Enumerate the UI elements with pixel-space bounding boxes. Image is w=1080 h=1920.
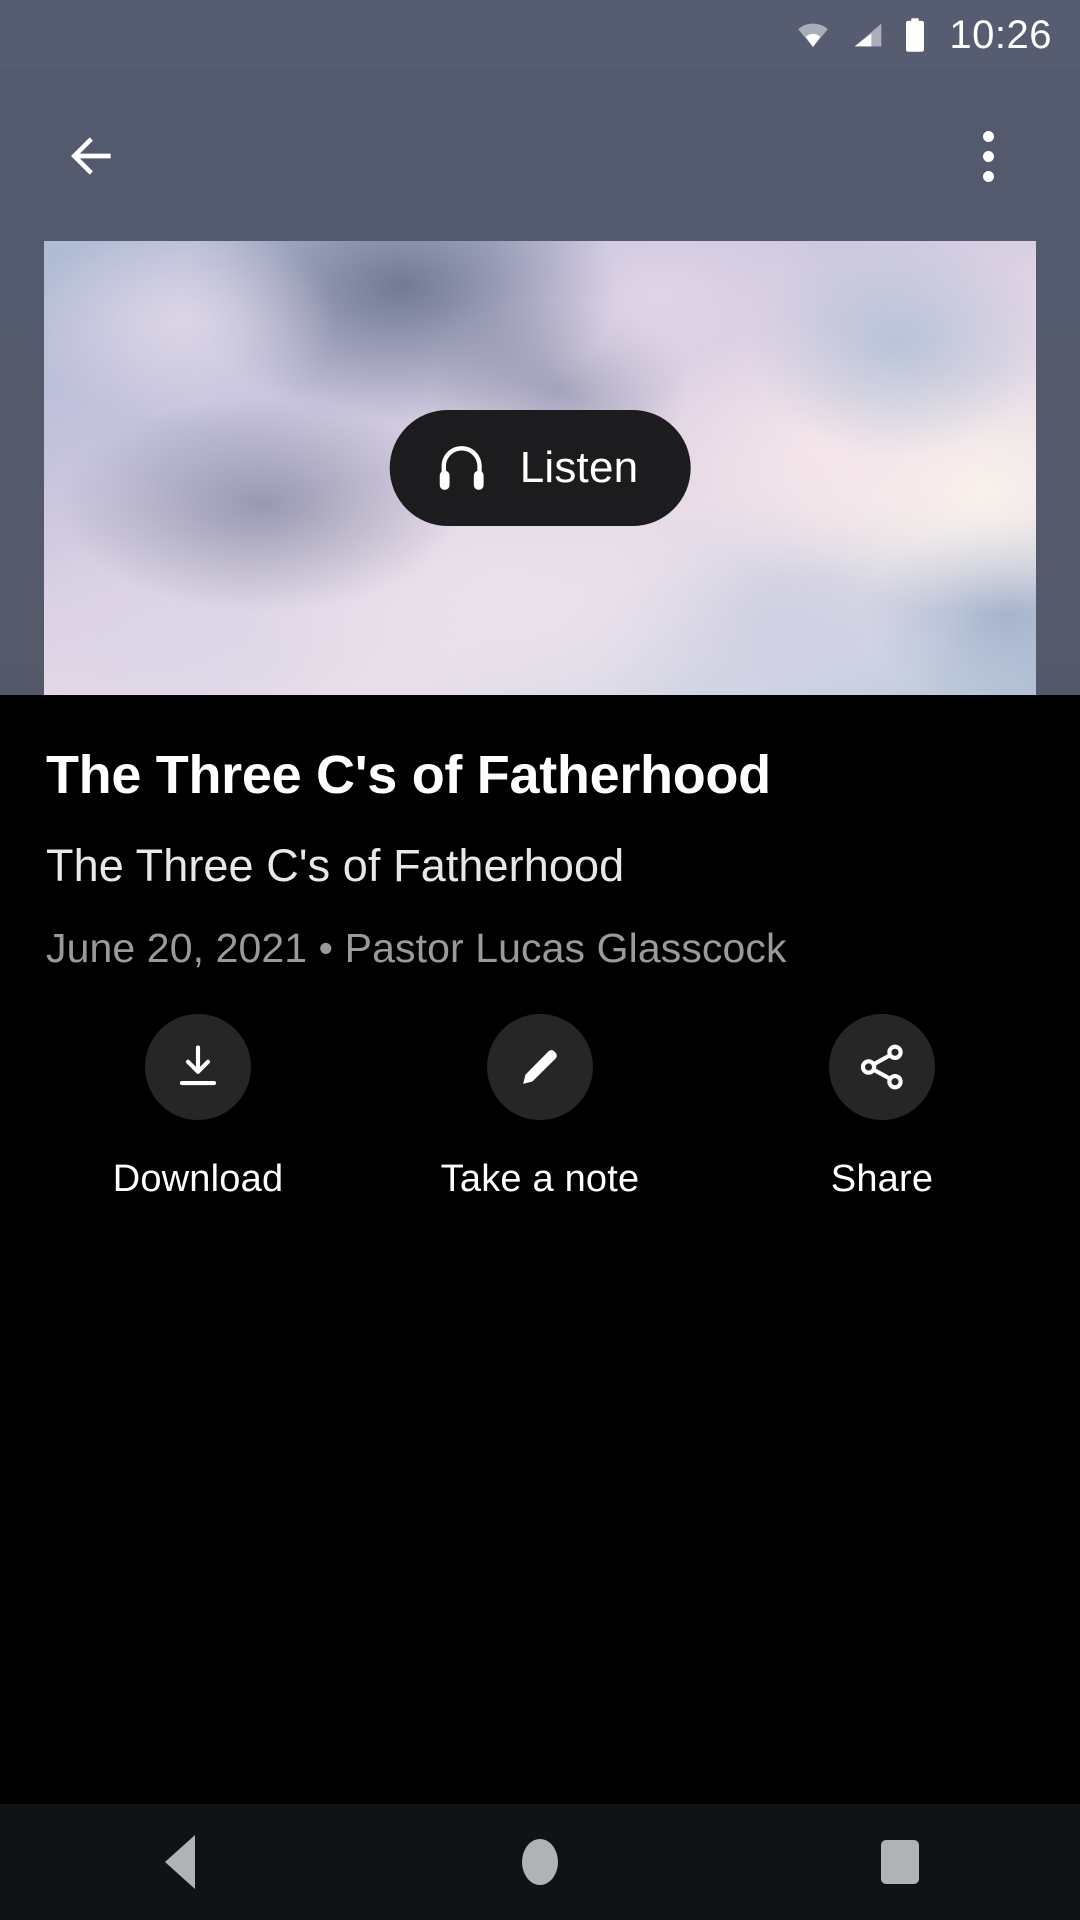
headphones-icon [439, 446, 484, 490]
system-navigation-bar [0, 1804, 1080, 1920]
share-button[interactable]: Share [750, 1014, 1014, 1201]
app-bar [0, 70, 1080, 242]
download-button-label: Download [112, 1158, 284, 1200]
share-icon [860, 1044, 903, 1090]
more-vertical-icon-dot-1 [982, 130, 994, 142]
listen-button[interactable]: Listen [389, 410, 691, 526]
nav-recents-button[interactable] [810, 1804, 990, 1920]
status-bar: 10:26 [0, 0, 1080, 70]
listen-button-label: Listen [519, 443, 639, 492]
status-bar-clock: 10:26 [949, 12, 1052, 57]
sermon-details: The Three C's of Fatherhood The Three C'… [0, 695, 1080, 973]
download-button-circle [145, 1014, 251, 1120]
nav-home-icon [522, 1839, 558, 1885]
take-note-button[interactable]: Take a note [408, 1014, 672, 1201]
battery-icon [906, 18, 925, 52]
wifi-icon [798, 23, 829, 47]
take-note-button-circle [487, 1014, 593, 1120]
nav-back-button[interactable] [90, 1804, 270, 1920]
sermon-title: The Three C's of Fatherhood [46, 745, 771, 805]
download-button[interactable]: Download [66, 1014, 330, 1201]
sermon-meta: June 20, 2021 • Pastor Lucas Glasscock [46, 925, 787, 972]
sermon-series: The Three C's of Fatherhood [46, 840, 625, 892]
sermon-hero-image: Listen [44, 241, 1036, 695]
nav-home-button[interactable] [450, 1804, 630, 1920]
more-vertical-icon-dot-2 [982, 150, 994, 162]
app-screen: 10:26 Listen The Three C's of Fatherhood [0, 0, 1080, 1920]
back-button[interactable] [44, 108, 140, 204]
pencil-icon [523, 1050, 557, 1084]
overflow-menu-button[interactable] [940, 108, 1036, 204]
download-icon [179, 1045, 217, 1086]
share-button-circle [829, 1014, 935, 1120]
nav-recents-icon [881, 1840, 919, 1884]
cellular-signal-icon [855, 23, 882, 47]
action-row: Download Take a note Share [0, 1014, 1080, 1201]
share-button-label: Share [830, 1158, 934, 1200]
nav-back-icon [165, 1835, 195, 1889]
status-bar-icons [793, 17, 927, 53]
arrow-back-icon [71, 137, 111, 175]
take-note-button-label: Take a note [440, 1158, 640, 1200]
more-vertical-icon-dot-3 [982, 170, 994, 182]
